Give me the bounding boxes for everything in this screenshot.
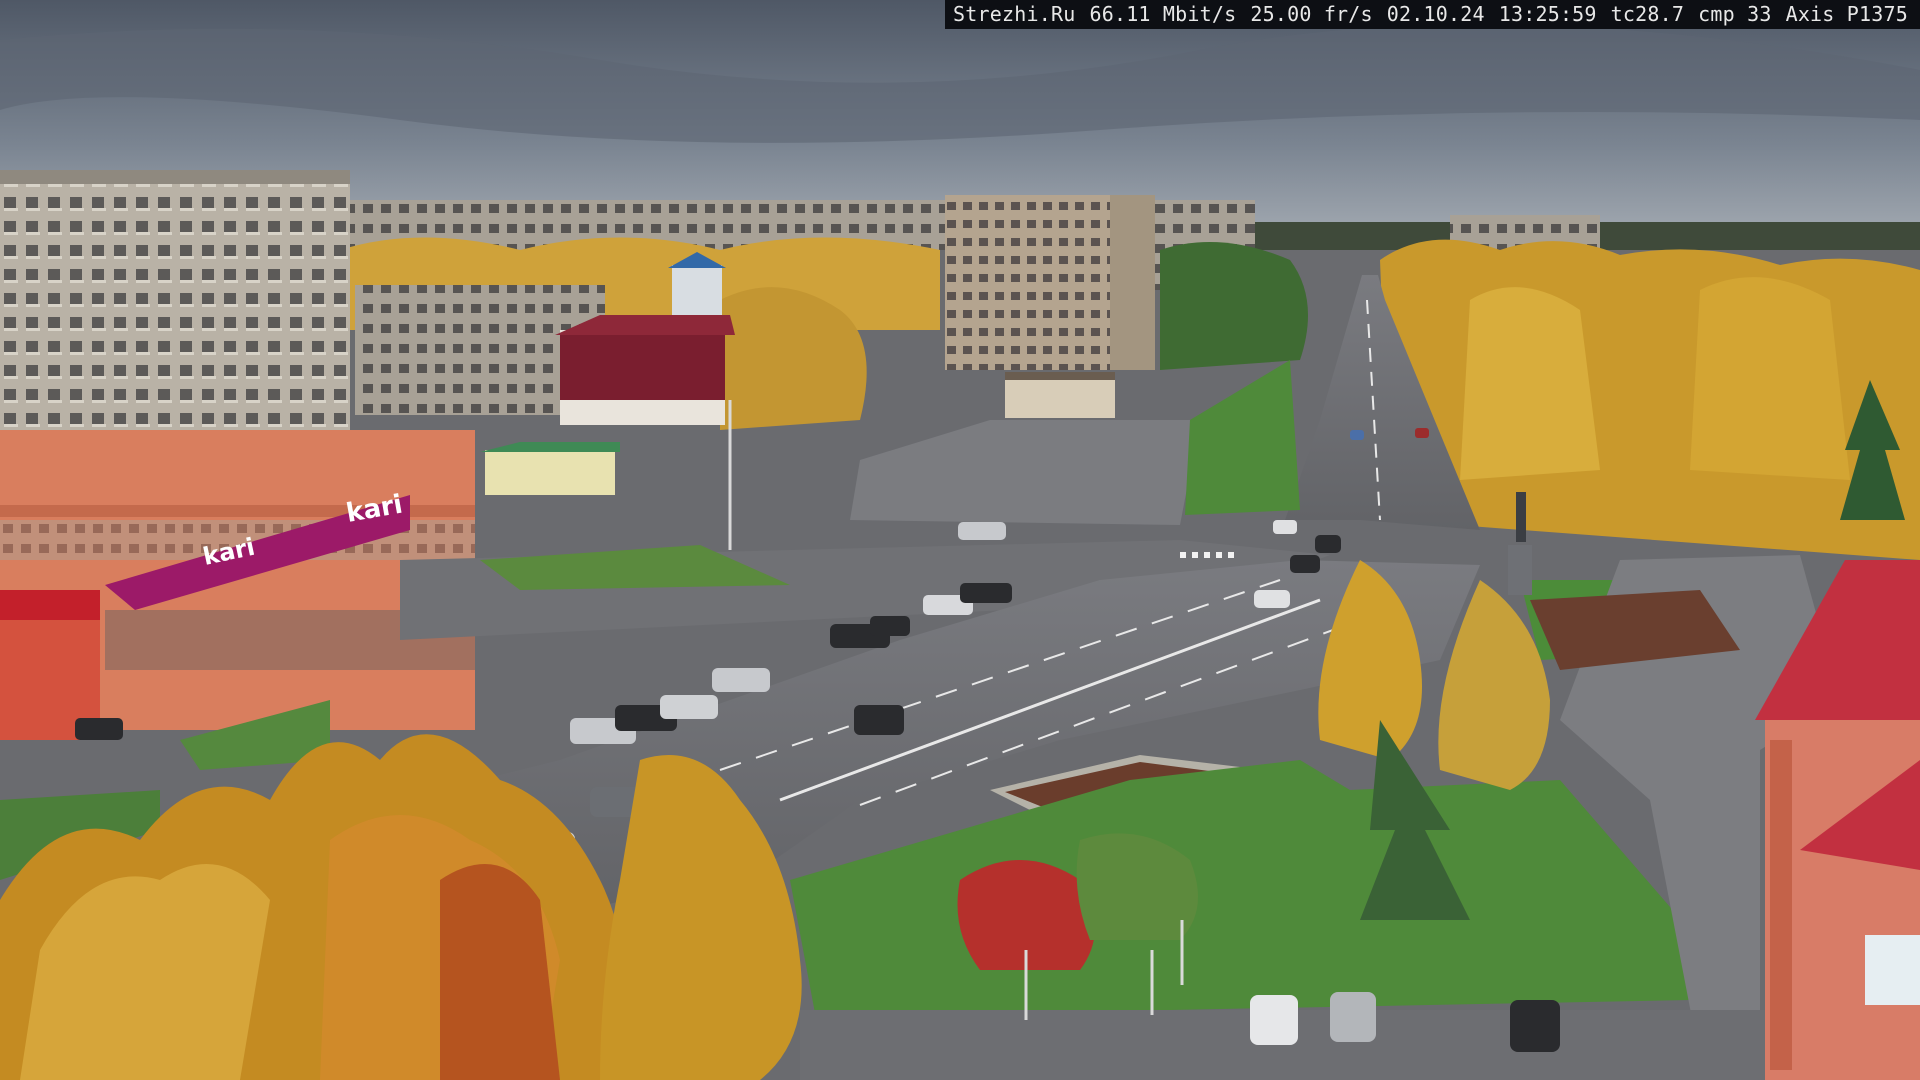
osd-time: 13:25:59 (1498, 2, 1597, 26)
webcam-scene: kari kari (0, 0, 1920, 1080)
osd-tc: tc28.7 (1610, 2, 1685, 26)
monument-statue (1516, 492, 1526, 542)
camera-osd-overlay: Strezhi.Ru 66.11 Mbit/s 25.00 fr/s 02.10.24… (945, 0, 1920, 29)
osd-camera-model: Axis P1375 (1785, 2, 1908, 26)
small-tower (672, 265, 722, 315)
osd-source: Strezhi.Ru (953, 2, 1076, 26)
monument-pedestal (1508, 545, 1532, 595)
osd-date: 02.10.24 (1386, 2, 1485, 26)
osd-framerate: 25.00 fr/s (1250, 2, 1373, 26)
osd-bitrate: 66.11 Mbit/s (1089, 2, 1237, 26)
osd-cmp: cmp 33 (1698, 2, 1772, 26)
kiosk (485, 450, 615, 495)
